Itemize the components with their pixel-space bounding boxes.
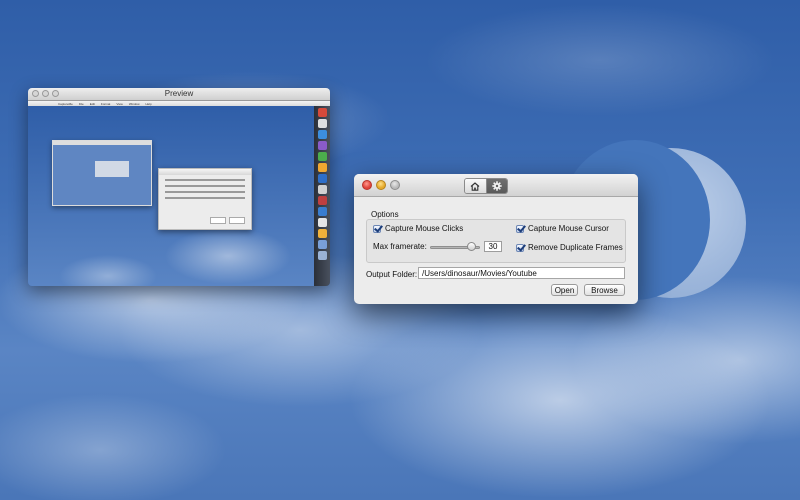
close-button[interactable]: [362, 180, 372, 190]
max-framerate-label: Max framerate:: [373, 242, 427, 251]
dock-app-icon: [317, 141, 327, 150]
dock-app-icon: [317, 185, 327, 194]
dock-folder-icon: [317, 251, 327, 260]
capture-mouse-cursor-option[interactable]: Capture Mouse Cursor: [516, 224, 609, 233]
preview-title: Preview: [164, 89, 194, 98]
menu-item: Format: [100, 101, 111, 106]
dock-app-icon: [317, 207, 327, 216]
framerate-value-field[interactable]: 30: [484, 241, 502, 252]
minimize-button[interactable]: [376, 180, 386, 190]
home-tab[interactable]: [465, 179, 487, 193]
framerate-slider-knob[interactable]: [467, 242, 476, 251]
preview-dock-strip: [314, 106, 330, 286]
capture-mouse-cursor-checkbox[interactable]: [516, 224, 524, 233]
capture-mouse-clicks-option[interactable]: Capture Mouse Clicks: [373, 224, 463, 233]
browse-button[interactable]: Browse: [584, 284, 625, 296]
window-controls: [362, 180, 400, 190]
capture-mouse-clicks-label: Capture Mouse Clicks: [385, 224, 464, 233]
capture-mouse-clicks-checkbox[interactable]: [373, 224, 381, 233]
menu-item: Edit: [89, 101, 95, 106]
dock-app-icon: [317, 152, 327, 161]
menu-item: File: [78, 101, 84, 106]
dock-app-icon: [317, 130, 327, 139]
menu-item: Help: [145, 101, 152, 106]
menu-item: CaptureMe: [58, 101, 73, 106]
remove-duplicate-frames-label: Remove Duplicate Frames: [528, 243, 623, 252]
menu-item: Window: [128, 101, 140, 106]
output-folder-label: Output Folder:: [366, 270, 418, 279]
dock-app-icon: [317, 196, 327, 205]
gear-icon: [492, 181, 502, 191]
preview-screenshot-content: [28, 106, 314, 286]
remove-duplicate-frames-checkbox[interactable]: [516, 243, 524, 252]
dock-app-icon: [317, 108, 327, 117]
remove-duplicate-frames-option[interactable]: Remove Duplicate Frames: [516, 243, 623, 252]
toolbar-segmented-control: [464, 178, 508, 194]
nested-prefs-window-thumbnail: [158, 168, 252, 230]
dock-app-icon: [317, 229, 327, 238]
preferences-window[interactable]: Options Capture Mouse Clicks Capture Mou…: [354, 174, 638, 304]
dock-folder-icon: [317, 240, 327, 249]
dock-app-icon: [317, 119, 327, 128]
house-icon: [470, 181, 480, 191]
preview-titlebar[interactable]: Preview: [28, 88, 330, 101]
capture-mouse-cursor-label: Capture Mouse Cursor: [528, 224, 609, 233]
dock-app-icon: [317, 218, 327, 227]
preview-window[interactable]: Preview CaptureMe File Edit Format View …: [28, 88, 330, 286]
options-group-label: Options: [371, 210, 399, 219]
dock-app-icon: [317, 163, 327, 172]
zoom-button[interactable]: [390, 180, 400, 190]
dock-app-icon: [317, 174, 327, 183]
prefs-titlebar[interactable]: [354, 174, 638, 197]
nested-screenshot-thumbnail: [52, 140, 152, 206]
open-button[interactable]: Open: [551, 284, 578, 296]
menu-item: View: [116, 101, 123, 106]
output-folder-field[interactable]: /Users/dinosaur/Movies/Youtube: [418, 267, 625, 279]
settings-tab[interactable]: [486, 179, 507, 193]
